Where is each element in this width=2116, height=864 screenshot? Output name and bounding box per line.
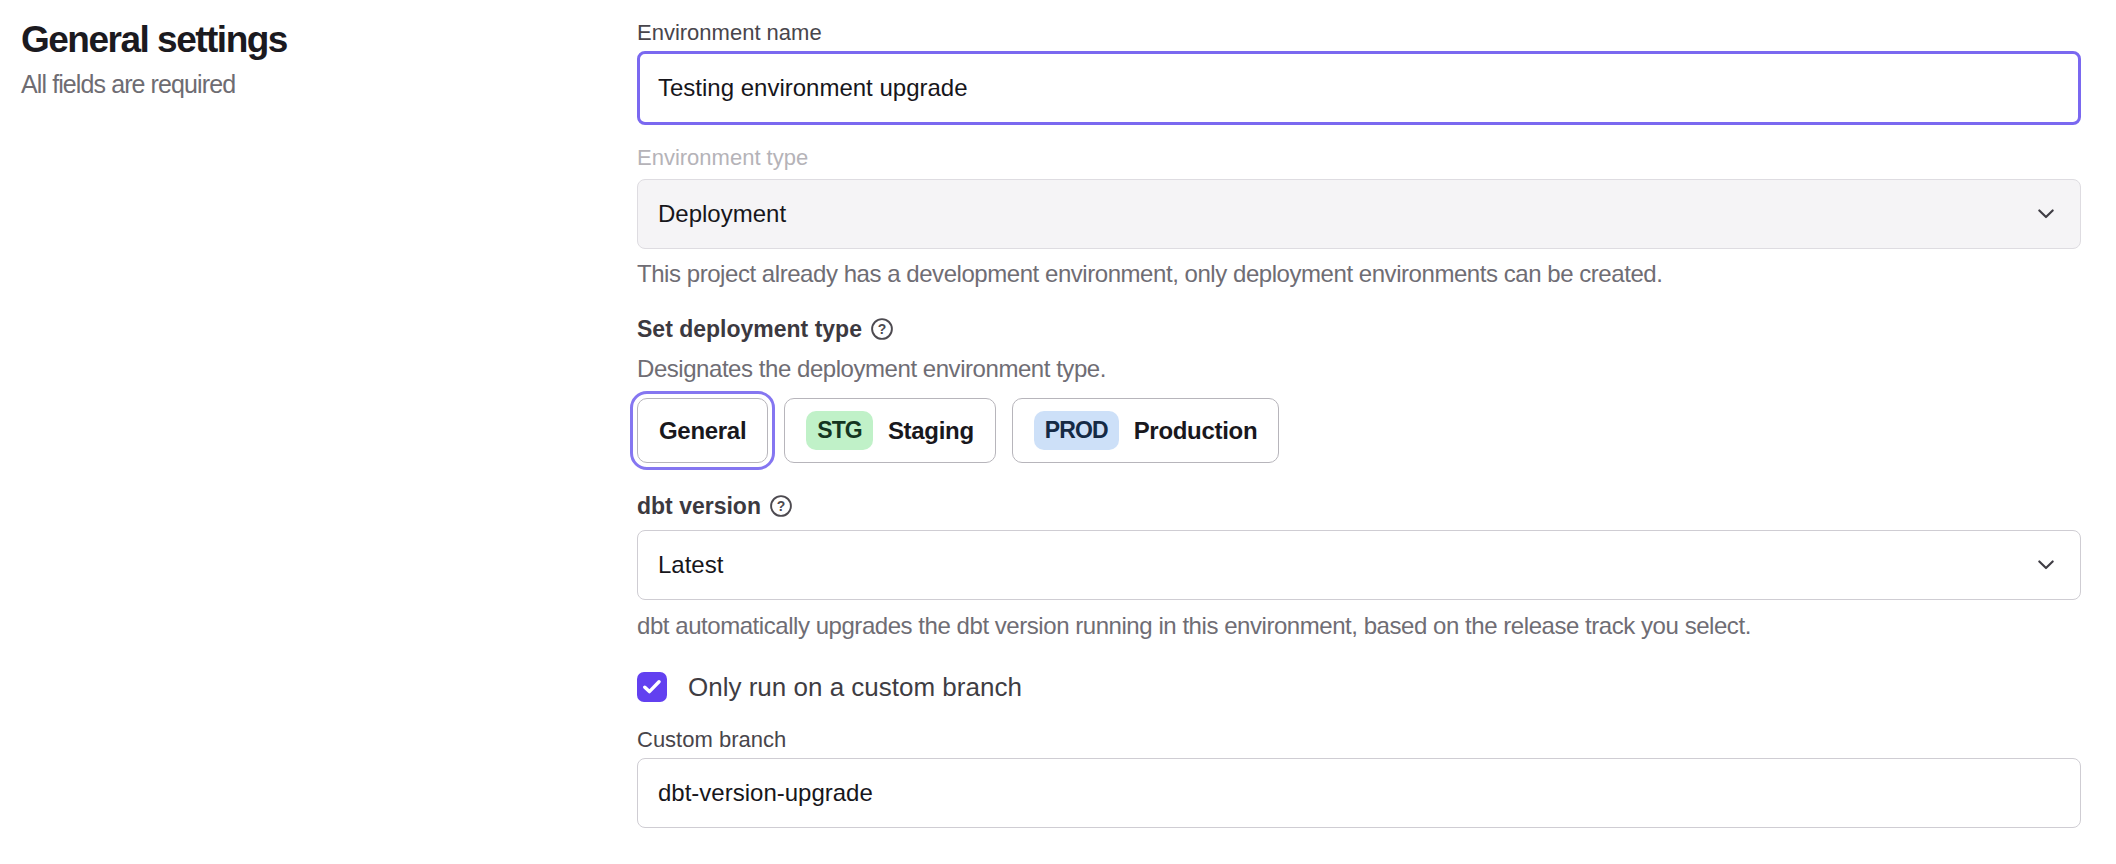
- deployment-type-option-production[interactable]: PROD Production: [1012, 398, 1280, 463]
- settings-intro: General settings All fields are required: [21, 17, 581, 100]
- dbt-version-help: dbt automatically upgrades the dbt versi…: [637, 611, 2081, 641]
- dbt-version-select[interactable]: Latest: [637, 530, 2081, 600]
- environment-name-input[interactable]: [637, 51, 2081, 125]
- deployment-type-heading-label: Set deployment type: [637, 314, 862, 344]
- environment-type-select[interactable]: Deployment: [637, 179, 2081, 249]
- checkmark-icon: [643, 680, 661, 694]
- help-icon[interactable]: ?: [770, 495, 792, 517]
- deployment-type-description: Designates the deployment environment ty…: [637, 354, 2081, 384]
- custom-branch-checkbox[interactable]: [637, 672, 667, 702]
- staging-badge: STG: [806, 411, 873, 450]
- dbt-version-value: Latest: [658, 551, 723, 579]
- svg-text:?: ?: [777, 498, 786, 514]
- environment-type-value: Deployment: [658, 200, 786, 228]
- deployment-type-option-staging[interactable]: STG Staging: [784, 398, 996, 463]
- production-option-label: Production: [1134, 417, 1258, 445]
- page-subtitle: All fields are required: [21, 68, 581, 100]
- deployment-type-options: General STG Staging PROD Production: [637, 398, 2081, 463]
- general-option-label: General: [659, 417, 746, 445]
- environment-name-label: Environment name: [637, 19, 2081, 47]
- custom-branch-toggle-row: Only run on a custom branch: [637, 672, 2081, 702]
- help-icon[interactable]: ?: [871, 318, 893, 340]
- environment-type-label: Environment type: [637, 144, 2081, 172]
- chevron-down-icon: [2038, 560, 2054, 570]
- deployment-type-heading: Set deployment type ?: [637, 314, 2081, 344]
- dbt-version-heading: dbt version ?: [637, 491, 2081, 521]
- custom-branch-label: Custom branch: [637, 726, 2081, 754]
- deployment-type-option-general[interactable]: General: [637, 398, 768, 463]
- chevron-down-icon: [2038, 209, 2054, 219]
- environment-settings-form: Environment name Environment type Deploy…: [637, 0, 2081, 828]
- svg-text:?: ?: [878, 321, 887, 337]
- dbt-version-heading-label: dbt version: [637, 491, 761, 521]
- custom-branch-toggle-label: Only run on a custom branch: [688, 672, 1022, 702]
- custom-branch-input[interactable]: [637, 758, 2081, 828]
- page-title: General settings: [21, 17, 581, 63]
- production-badge: PROD: [1034, 411, 1119, 450]
- staging-option-label: Staging: [888, 417, 974, 445]
- environment-type-help: This project already has a development e…: [637, 259, 2081, 289]
